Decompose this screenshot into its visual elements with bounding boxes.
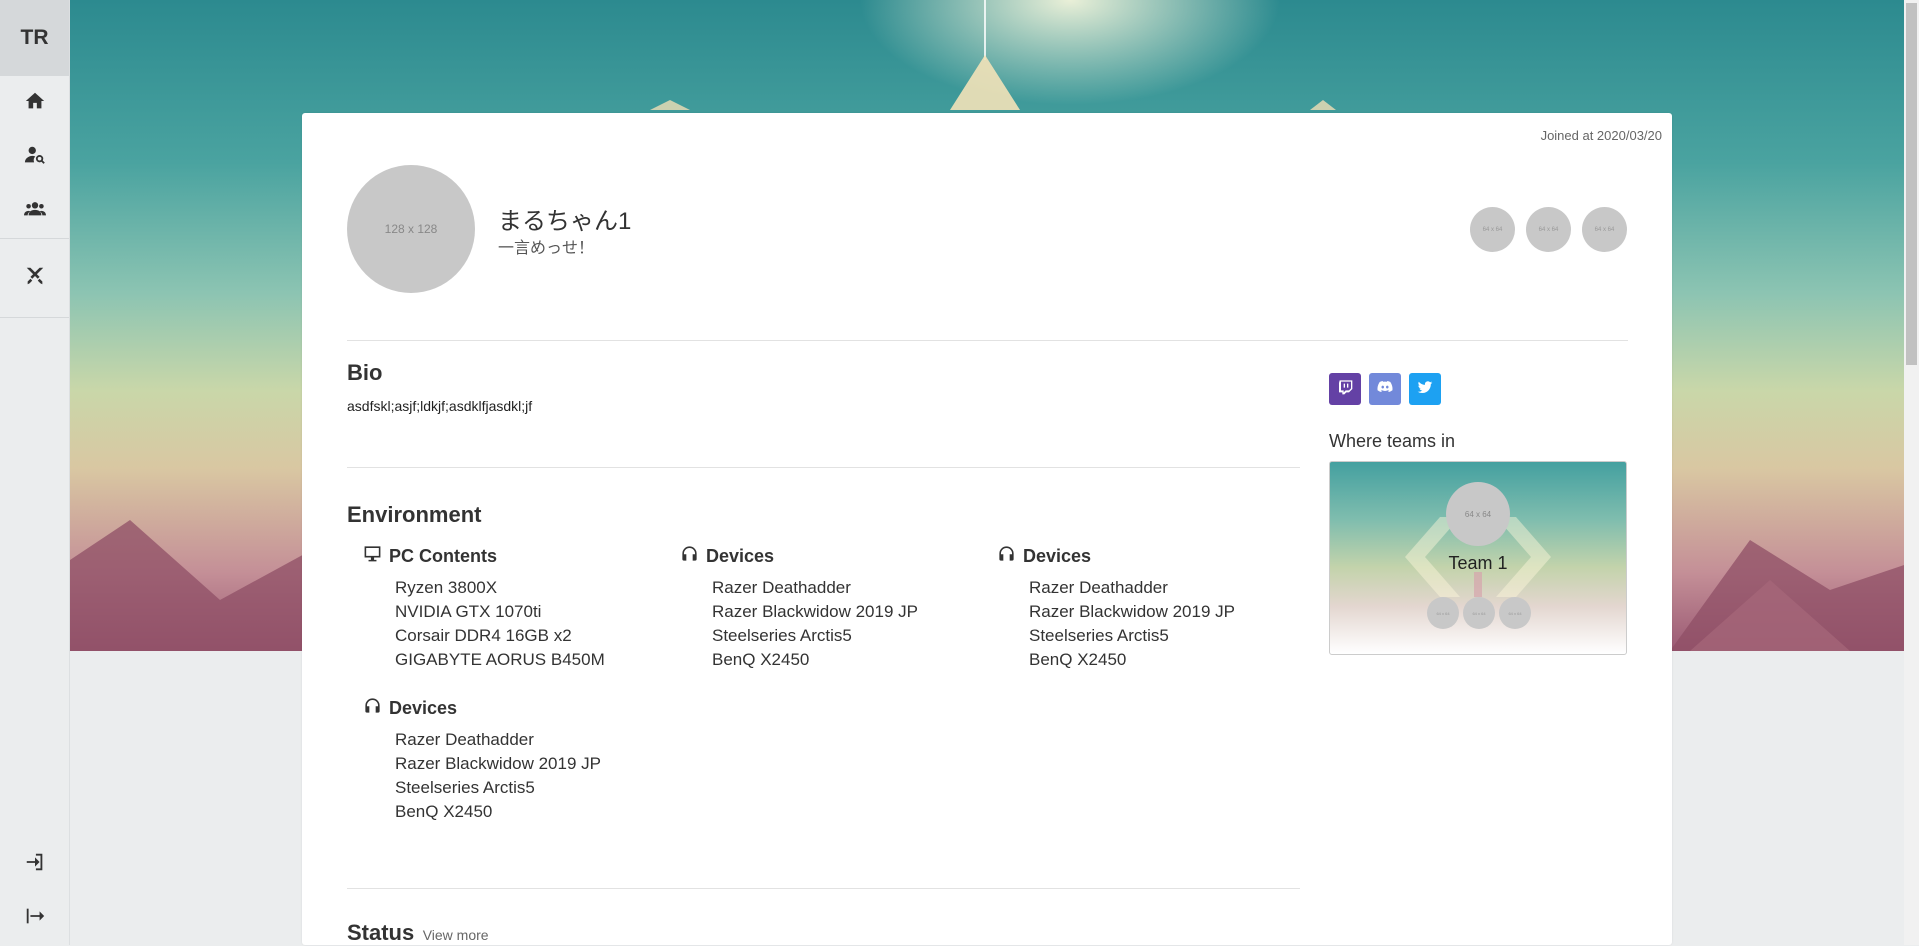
sign-in-icon — [24, 851, 46, 878]
env-group-title: Devices — [1023, 545, 1092, 566]
profile-username: まるちゃん1 — [498, 208, 632, 235]
follower-avatars: 64 x 64 64 x 64 64 x 64 — [1470, 207, 1627, 252]
list-item: GIGABYTE AORUS B450M — [395, 650, 605, 669]
sidebar-item-home[interactable] — [0, 76, 69, 130]
env-group-devices: Devices Razer Deathadder Razer Blackwido… — [363, 696, 673, 824]
list-item: Razer Blackwidow 2019 JP — [395, 754, 601, 773]
headphones-icon — [680, 544, 699, 568]
sidebar-item-matches[interactable] — [0, 251, 69, 305]
discord-button[interactable] — [1369, 373, 1401, 405]
list-item: Steelseries Arctis5 — [1029, 626, 1169, 645]
status-section-header: Status View more — [347, 920, 489, 946]
list-item: Corsair DDR4 16GB x2 — [395, 626, 572, 645]
avatar[interactable]: 64 x 64 — [1582, 207, 1627, 252]
social-links — [1329, 373, 1441, 405]
view-more-link[interactable]: View more — [423, 927, 489, 943]
twitter-button[interactable] — [1409, 373, 1441, 405]
sidebar-game-group — [0, 239, 69, 318]
env-group-devices: Devices Razer Deathadder Razer Blackwido… — [680, 544, 990, 672]
sidebar-nav-group — [0, 76, 69, 239]
twitch-icon — [1337, 379, 1353, 400]
sidebar-item-teams[interactable] — [0, 184, 69, 238]
list-item: Razer Deathadder — [395, 730, 534, 749]
sidebar: TR — [0, 0, 70, 945]
twitter-icon — [1417, 379, 1433, 400]
crossed-swords-icon — [24, 265, 46, 292]
team-member-avatars: 64 x 64 64 x 64 64 x 64 — [1427, 597, 1531, 629]
headphones-icon — [363, 696, 382, 720]
home-icon — [24, 90, 46, 117]
avatar: 64 x 64 — [1427, 597, 1459, 629]
env-group-devices: Devices Razer Deathadder Razer Blackwido… — [997, 544, 1307, 672]
teams-heading: Where teams in — [1329, 431, 1456, 451]
list-item: Ryzen 3800X — [395, 578, 498, 597]
list-item: BenQ X2450 — [1029, 650, 1127, 669]
team-logo: 64 x 64 — [1446, 482, 1510, 546]
sign-out-button[interactable] — [0, 891, 70, 945]
sidebar-item-find-players[interactable] — [0, 130, 69, 184]
bio-heading: Bio — [347, 360, 383, 385]
list-item: BenQ X2450 — [395, 802, 493, 821]
profile-avatar: 128 x 128 — [347, 165, 475, 293]
list-item: Razer Blackwidow 2019 JP — [1029, 602, 1235, 621]
team-name: Team 1 — [1448, 553, 1508, 573]
list-item: Razer Deathadder — [712, 578, 851, 597]
divider — [347, 467, 1300, 468]
discord-icon — [1377, 379, 1393, 400]
avatar: 64 x 64 — [1499, 597, 1531, 629]
status-heading: Status — [347, 920, 415, 945]
divider — [347, 888, 1300, 889]
sign-in-button[interactable] — [0, 837, 70, 891]
list-item: Steelseries Arctis5 — [395, 778, 535, 797]
list-item: NVIDIA GTX 1070ti — [395, 602, 542, 621]
env-group-title: Devices — [706, 545, 775, 566]
avatar[interactable]: 64 x 64 — [1470, 207, 1515, 252]
app-logo[interactable]: TR — [0, 0, 69, 76]
user-search-icon — [24, 144, 46, 171]
environment-heading: Environment — [347, 502, 482, 527]
avatar[interactable]: 64 x 64 — [1526, 207, 1571, 252]
env-group-pc-contents: PC Contents Ryzen 3800X NVIDIA GTX 1070t… — [363, 544, 673, 672]
bio-text: asdfskl;asjf;ldkjf;asdklfjasdkl;jf — [347, 398, 533, 414]
sign-out-icon — [24, 905, 46, 932]
sidebar-bottom — [0, 837, 70, 945]
env-group-title: Devices — [389, 697, 458, 718]
users-icon — [23, 198, 46, 225]
list-item: Razer Blackwidow 2019 JP — [712, 602, 918, 621]
joined-date: Joined at 2020/03/20 — [1540, 128, 1662, 143]
list-item: BenQ X2450 — [712, 650, 810, 669]
profile-card: Joined at 2020/03/20 128 x 128 まるちゃん1 一言… — [302, 113, 1672, 945]
env-group-title: PC Contents — [389, 545, 497, 566]
team-card[interactable]: 64 x 64 Team 1 64 x 64 64 x 64 64 x 64 — [1329, 461, 1627, 655]
scrollbar-thumb[interactable] — [1906, 3, 1917, 365]
twitch-button[interactable] — [1329, 373, 1361, 405]
profile-catchphrase: 一言めっせ！ — [498, 240, 595, 257]
list-item: Steelseries Arctis5 — [712, 626, 852, 645]
headphones-icon — [997, 544, 1016, 568]
divider — [347, 340, 1628, 341]
monitor-icon — [363, 544, 382, 568]
page-scrollbar[interactable] — [1904, 0, 1919, 945]
list-item: Razer Deathadder — [1029, 578, 1168, 597]
avatar: 64 x 64 — [1463, 597, 1495, 629]
